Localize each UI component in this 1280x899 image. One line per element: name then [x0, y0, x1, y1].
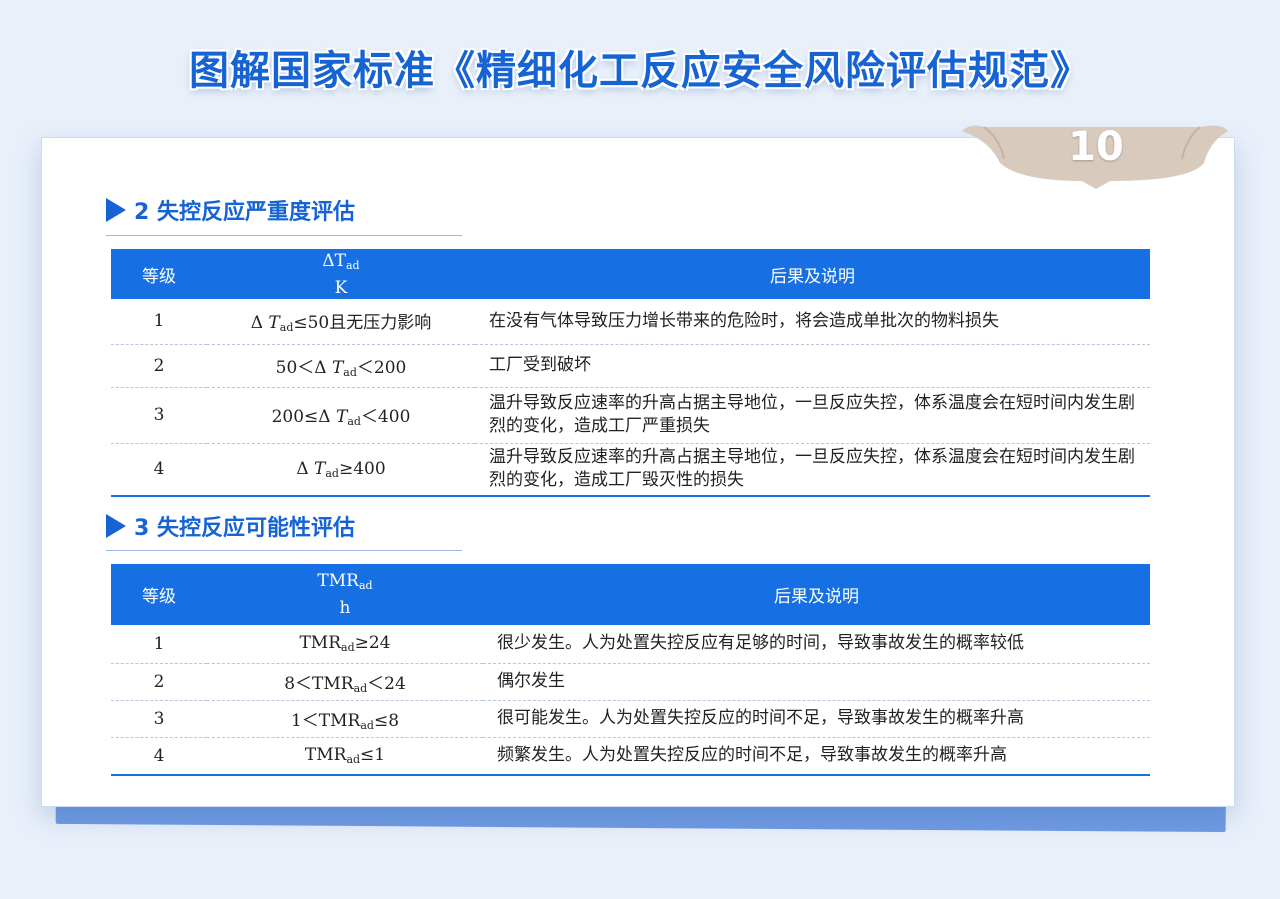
- header-level: 等级: [142, 587, 176, 607]
- header-parameter: TMRad h: [317, 571, 373, 618]
- header-description: 后果及说明: [774, 587, 859, 607]
- cell-parameter: Δ Tad≥400: [207, 443, 475, 497]
- table-row: 4 Δ Tad≥400 温升导致反应速率的升高占据主导地位，一旦反应失控，体系温…: [111, 443, 1150, 497]
- table-row: 2 8＜TMRad＜24 偶尔发生: [111, 663, 1150, 701]
- section-heading-text: 3 失控反应可能性评估: [134, 516, 355, 541]
- cell-level: 4: [111, 443, 207, 497]
- severity-table: 等级 ΔTad K 后果及说明 1 Δ Tad≤50且无压力影响 在没有气体导致…: [111, 249, 1150, 497]
- table-header-row: 等级 ΔTad K 后果及说明: [111, 249, 1150, 299]
- table-row: 3 200≤Δ Tad＜400 温升导致反应速率的升高占据主导地位，一旦反应失控…: [111, 387, 1150, 444]
- table-row: 4 TMRad≤1 频繁发生。人为处置失控反应的时间不足，导致事故发生的概率升高: [111, 737, 1150, 776]
- cell-parameter: 50＜Δ Tad＜200: [207, 344, 475, 388]
- header-parameter: ΔTad K: [322, 250, 360, 298]
- table-header-row: 等级 TMRad h 后果及说明: [111, 564, 1150, 625]
- triangle-bullet-icon: [106, 198, 126, 222]
- cell-description: 在没有气体导致压力增长带来的危险时，将会造成单批次的物料损失: [475, 299, 1150, 345]
- header-description: 后果及说明: [770, 266, 855, 287]
- cell-parameter: TMRad≥24: [207, 625, 483, 664]
- cell-parameter: 1＜TMRad≤8: [207, 700, 483, 738]
- probability-table: 等级 TMRad h 后果及说明 1 TMRad≥24 很少发生。人为处置失控反…: [111, 564, 1150, 776]
- section-divider: [106, 550, 462, 551]
- table-row: 3 1＜TMRad≤8 很可能发生。人为处置失控反应的时间不足，导致事故发生的概…: [111, 700, 1150, 738]
- cell-parameter: 200≤Δ Tad＜400: [207, 387, 475, 444]
- cell-parameter: TMRad≤1: [207, 737, 483, 776]
- cell-description: 很少发生。人为处置失控反应有足够的时间，导致事故发生的概率较低: [483, 625, 1150, 664]
- cell-parameter: 8＜TMRad＜24: [207, 663, 483, 701]
- cell-description: 温升导致反应速率的升高占据主导地位，一旦反应失控，体系温度会在短时间内发生剧烈的…: [475, 443, 1150, 497]
- triangle-bullet-icon: [106, 514, 126, 538]
- section-heading-text: 2 失控反应严重度评估: [134, 200, 355, 225]
- cell-description: 工厂受到破坏: [475, 344, 1150, 388]
- cell-description: 偶尔发生: [483, 663, 1150, 701]
- cell-parameter: Δ Tad≤50且无压力影响: [207, 299, 475, 345]
- cell-level: 2: [111, 663, 207, 701]
- cell-level: 3: [111, 700, 207, 738]
- table-row: 1 TMRad≥24 很少发生。人为处置失控反应有足够的时间，导致事故发生的概率…: [111, 625, 1150, 664]
- cell-level: 3: [111, 387, 207, 444]
- cell-description: 很可能发生。人为处置失控反应的时间不足，导致事故发生的概率升高: [483, 700, 1150, 738]
- cell-level: 4: [111, 737, 207, 776]
- header-level: 等级: [142, 266, 176, 287]
- cell-description: 温升导致反应速率的升高占据主导地位，一旦反应失控，体系温度会在短时间内发生剧烈的…: [475, 387, 1150, 444]
- table-row: 2 50＜Δ Tad＜200 工厂受到破坏: [111, 344, 1150, 388]
- table-row: 1 Δ Tad≤50且无压力影响 在没有气体导致压力增长带来的危险时，将会造成单…: [111, 299, 1150, 345]
- cell-level: 2: [111, 344, 207, 388]
- cell-description: 频繁发生。人为处置失控反应的时间不足，导致事故发生的概率升高: [483, 737, 1150, 776]
- section-heading-severity: 2 失控反应严重度评估: [106, 194, 355, 226]
- page-number: 10: [1068, 124, 1124, 170]
- page-title: 图解国家标准《精细化工反应安全风险评估规范》: [189, 48, 1091, 94]
- cell-level: 1: [111, 625, 207, 664]
- section-divider: [106, 235, 462, 236]
- section-heading-probability: 3 失控反应可能性评估: [106, 510, 355, 542]
- cell-level: 1: [111, 299, 207, 345]
